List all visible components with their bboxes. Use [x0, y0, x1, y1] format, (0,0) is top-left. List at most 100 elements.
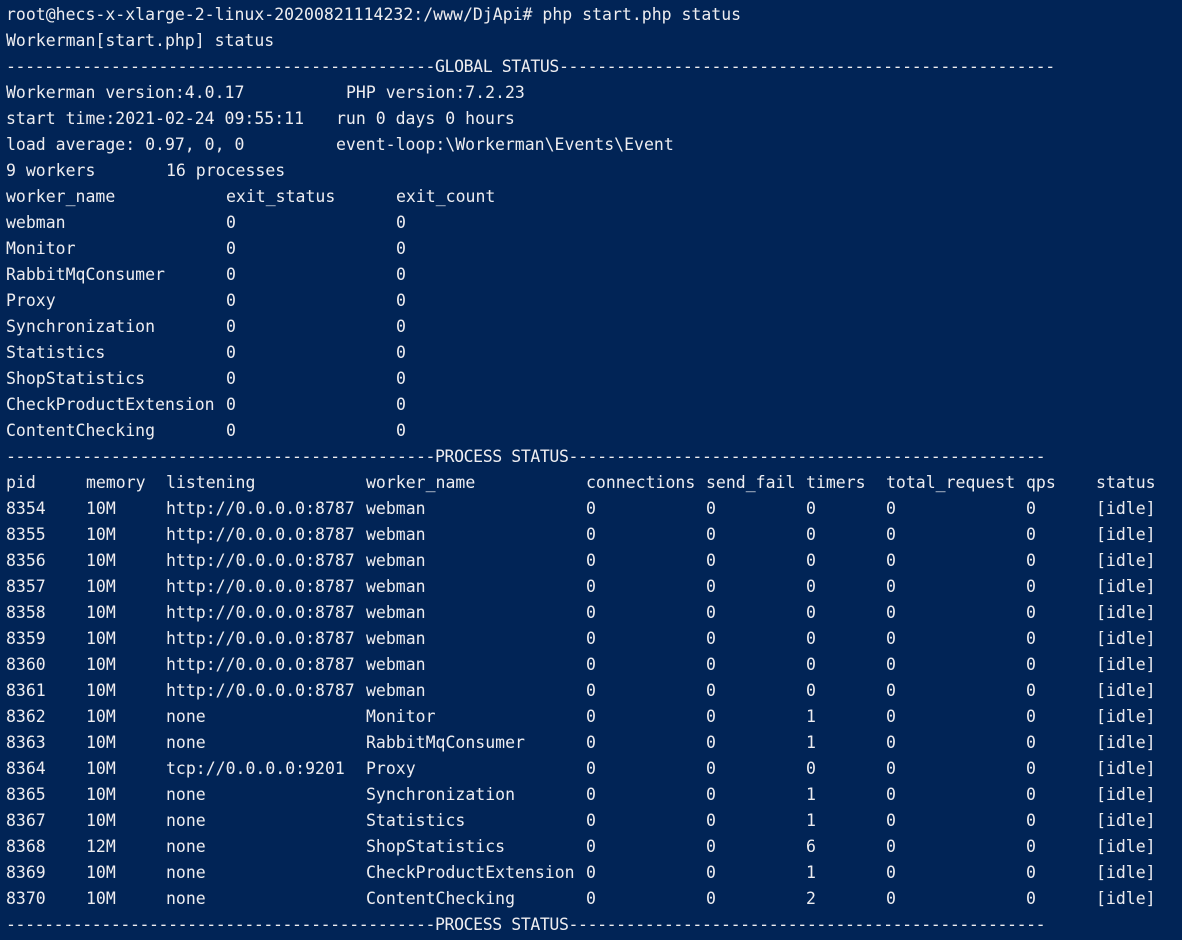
send-fail-cell: 0 — [706, 629, 716, 648]
timers-cell: 0 — [806, 759, 816, 778]
start-time: start time:2021-02-24 09:55:11 — [6, 109, 305, 128]
total-request-cell: 0 — [886, 863, 896, 882]
status-cell: [idle] — [1096, 863, 1156, 882]
qps-cell: 0 — [1026, 707, 1036, 726]
worker-name-cell: Statistics — [6, 343, 106, 362]
exit-count-cell: 0 — [396, 265, 406, 284]
process-row: 8361 10M http://0.0.0.0:8787 webman 0 0 0 0 0 [id… — [6, 678, 1182, 704]
process-row: 8354 10M http://0.0.0.0:8787 webman 0 0 0 0 0 [id… — [6, 496, 1182, 522]
exit-count-cell: 0 — [396, 317, 406, 336]
status-cell: [idle] — [1096, 889, 1156, 908]
connections-cell: 0 — [586, 499, 596, 518]
connections-cell: 0 — [586, 681, 596, 700]
process-table: pid memory listening worker_name connections… — [6, 470, 1182, 912]
total-request-cell: 0 — [886, 785, 896, 804]
send-fail-cell: 0 — [706, 759, 716, 778]
total-request-cell: 0 — [886, 655, 896, 674]
connections-cell: 0 — [586, 863, 596, 882]
qps-cell: 0 — [1026, 811, 1036, 830]
listening-cell: http://0.0.0.0:8787 — [166, 525, 355, 544]
qps-cell: 0 — [1026, 785, 1036, 804]
send-fail-cell: 0 — [706, 681, 716, 700]
qps-cell: 0 — [1026, 681, 1036, 700]
qps-cell: 0 — [1026, 655, 1036, 674]
timers-cell: 1 — [806, 733, 816, 752]
status-cell: [idle] — [1096, 837, 1156, 856]
send-fail-cell: 0 — [706, 811, 716, 830]
memory-cell: 10M — [86, 525, 116, 544]
status-cell: [idle] — [1096, 655, 1156, 674]
status-header: Workerman[start.php] status — [6, 31, 275, 50]
terminal-window[interactable]: root@hecs-x-xlarge-2-linux-2020082111423… — [0, 0, 1182, 940]
processes-count: 16 processes — [166, 161, 286, 180]
connections-cell: 0 — [586, 629, 596, 648]
column-header-exit-count: exit_count — [396, 187, 496, 206]
qps-cell: 0 — [1026, 837, 1036, 856]
pid-cell: 8355 — [6, 525, 46, 544]
worker-name-cell: webman — [366, 551, 426, 570]
global-status-separator: ----------------------------------------… — [6, 57, 1055, 76]
timers-cell: 0 — [806, 603, 816, 622]
column-header-qps: qps — [1026, 473, 1056, 492]
worker-name-cell: Synchronization — [366, 785, 516, 804]
column-header-exit-status: exit_status — [226, 187, 336, 206]
worker-row: Synchronization 0 0 — [6, 314, 1182, 340]
listening-cell: none — [166, 811, 206, 830]
connections-cell: 0 — [586, 811, 596, 830]
process-status-footer-separator: ----------------------------------------… — [6, 915, 1046, 934]
total-request-cell: 0 — [886, 603, 896, 622]
column-header-pid: pid — [6, 473, 36, 492]
workers-table: worker_name exit_status exit_count webman 0 0… — [6, 184, 1182, 444]
connections-cell: 0 — [586, 655, 596, 674]
timers-cell: 0 — [806, 629, 816, 648]
worker-row: Statistics 0 0 — [6, 340, 1182, 366]
process-row: 8355 10M http://0.0.0.0:8787 webman 0 0 0 0 0 [id… — [6, 522, 1182, 548]
connections-cell: 0 — [586, 603, 596, 622]
pid-cell: 8362 — [6, 707, 46, 726]
memory-cell: 10M — [86, 681, 116, 700]
connections-cell: 0 — [586, 525, 596, 544]
memory-cell: 10M — [86, 785, 116, 804]
total-request-cell: 0 — [886, 811, 896, 830]
memory-cell: 10M — [86, 655, 116, 674]
timers-cell: 0 — [806, 551, 816, 570]
exit-status-cell: 0 — [226, 343, 236, 362]
status-cell: [idle] — [1096, 603, 1156, 622]
exit-count-cell: 0 — [396, 291, 406, 310]
status-cell: [idle] — [1096, 499, 1156, 518]
worker-name-cell: CheckProductExtension — [366, 863, 575, 882]
connections-cell: 0 — [586, 707, 596, 726]
pid-cell: 8369 — [6, 863, 46, 882]
listening-cell: http://0.0.0.0:8787 — [166, 551, 355, 570]
timers-cell: 1 — [806, 811, 816, 830]
column-header-timers: timers — [806, 473, 866, 492]
listening-cell: http://0.0.0.0:8787 — [166, 629, 355, 648]
process-row: 8363 10M none RabbitMqConsumer 0 0 1 0 0 [idle] — [6, 730, 1182, 756]
worker-name-cell: Monitor — [6, 239, 76, 258]
total-request-cell: 0 — [886, 499, 896, 518]
worker-name-cell: webman — [366, 681, 426, 700]
memory-cell: 10M — [86, 733, 116, 752]
worker-name-cell: ContentChecking — [6, 421, 156, 440]
global-row-load: load average: 0.97, 0, 0 event-loop:\Wor… — [6, 132, 1182, 158]
send-fail-cell: 0 — [706, 863, 716, 882]
worker-name-cell: Monitor — [366, 707, 436, 726]
qps-cell: 0 — [1026, 863, 1036, 882]
timers-cell: 6 — [806, 837, 816, 856]
status-cell: [idle] — [1096, 707, 1156, 726]
worker-name-cell: RabbitMqConsumer — [6, 265, 165, 284]
load-average: load average: 0.97, 0, 0 — [6, 135, 245, 154]
qps-cell: 0 — [1026, 525, 1036, 544]
total-request-cell: 0 — [886, 551, 896, 570]
timers-cell: 0 — [806, 525, 816, 544]
worker-name-cell: webman — [366, 655, 426, 674]
pid-cell: 8370 — [6, 889, 46, 908]
process-row: 8369 10M none CheckProductExtension 0 0 1 0 0 [id… — [6, 860, 1182, 886]
total-request-cell: 0 — [886, 889, 896, 908]
connections-cell: 0 — [586, 551, 596, 570]
listening-cell: none — [166, 733, 206, 752]
exit-status-cell: 0 — [226, 265, 236, 284]
workers-table-header: worker_name exit_status exit_count — [6, 184, 1182, 210]
workers-count: 9 workers — [6, 161, 96, 180]
exit-count-cell: 0 — [396, 239, 406, 258]
